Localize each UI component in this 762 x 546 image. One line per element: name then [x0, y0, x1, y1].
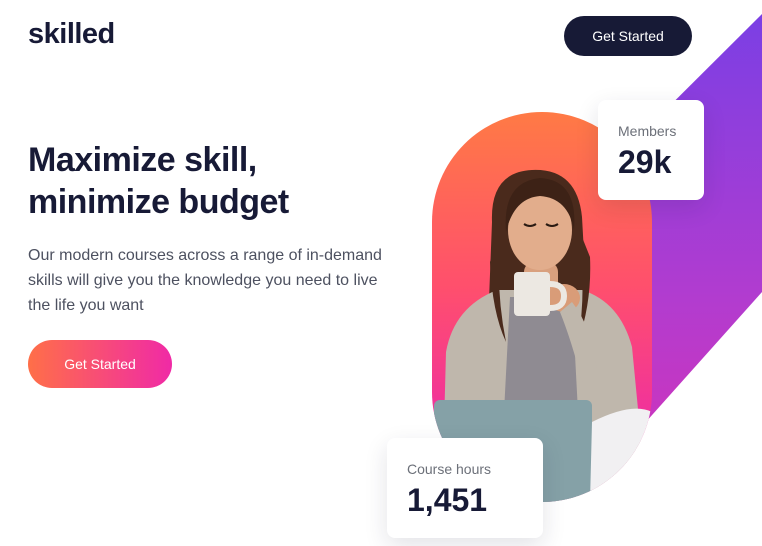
page-headline: Maximize skill, minimize budget: [28, 139, 289, 223]
course-hours-label: Course hours: [407, 461, 492, 477]
members-value: 29k: [618, 144, 672, 180]
hero-get-started-button[interactable]: Get Started: [28, 340, 172, 388]
hero-description: Our modern courses across a range of in-…: [28, 247, 382, 314]
header-get-started-button[interactable]: Get Started: [564, 16, 692, 56]
members-label: Members: [618, 123, 677, 139]
headline-line-2: minimize budget: [28, 183, 289, 221]
logo[interactable]: skilled: [28, 18, 115, 51]
course-hours-stat-card: Course hours 1,451: [387, 438, 543, 538]
headline-line-1: Maximize skill,: [28, 141, 257, 179]
members-stat-card: Members 29k: [598, 100, 704, 200]
course-hours-value: 1,451: [407, 482, 488, 518]
